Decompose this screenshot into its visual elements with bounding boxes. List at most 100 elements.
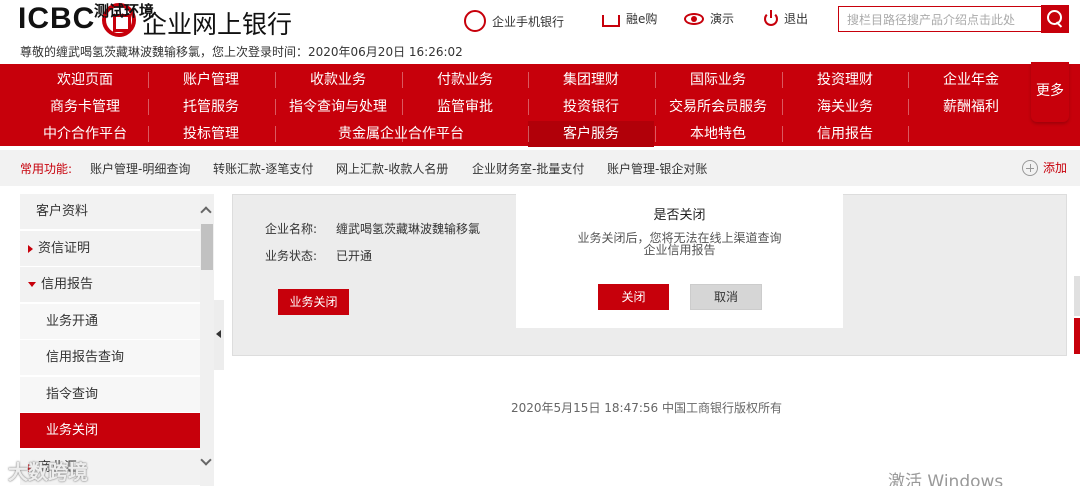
- footer-copyright: 2020年5月15日 18:47:56 中国工商银行版权所有: [511, 401, 782, 415]
- search-icon[interactable]: [1041, 5, 1069, 33]
- nav-item[interactable]: 海关业务: [782, 94, 908, 120]
- sidebar-item-label: 资信证明: [38, 241, 91, 256]
- status-label: 业务状态:: [265, 249, 318, 263]
- quick-item[interactable]: 企业财务室-批量支付: [472, 160, 584, 177]
- quick-functions-bar: 常用功能: 账户管理-明细查询 转账汇款-逐笔支付 网上汇款-收款人名册 企业财…: [0, 150, 1080, 186]
- nav-item[interactable]: 投资银行: [528, 94, 654, 120]
- nav-item[interactable]: 客户服务: [528, 121, 654, 147]
- nav-divider: [402, 72, 403, 88]
- add-quick-function-button[interactable]: 添加: [1022, 159, 1067, 176]
- nav-divider: [402, 126, 403, 142]
- confirm-close-button[interactable]: 关闭: [598, 284, 669, 310]
- right-side-tab-active[interactable]: [1074, 318, 1080, 354]
- chevron-up-icon[interactable]: [200, 206, 212, 218]
- search-input[interactable]: 搜栏目路径搜产品介绍点击此处: [838, 6, 1042, 32]
- mobile-bank-icon: [464, 10, 486, 32]
- nav-divider: [655, 99, 656, 115]
- nav-divider: [782, 72, 783, 88]
- nav-item[interactable]: 账户管理: [148, 67, 274, 93]
- plus-circle-icon: [1022, 159, 1038, 176]
- chevron-down-icon[interactable]: [200, 454, 212, 466]
- icbc-logo[interactable]: ICBC: [18, 2, 95, 36]
- nav-item[interactable]: 信用报告: [782, 121, 908, 147]
- watermark-overlay: 大数跨境: [8, 460, 88, 484]
- nav-more-button[interactable]: 更多: [1031, 62, 1069, 122]
- sidebar: 客户资料 资信证明 信用报告 业务开通 信用报告查询 指令查询 业务关闭 商业汇: [20, 194, 200, 486]
- sidebar-item-report-query[interactable]: 信用报告查询: [20, 340, 200, 376]
- cart-icon: [602, 14, 620, 27]
- quick-item[interactable]: 转账汇款-逐笔支付: [213, 160, 313, 177]
- nav-item[interactable]: 监管审批: [402, 94, 528, 120]
- nav-item[interactable]: 企业年金: [908, 67, 1034, 93]
- mobile-bank-label: 企业手机银行: [492, 14, 565, 29]
- close-service-button[interactable]: 业务关闭: [278, 289, 349, 315]
- scrollbar-thumb[interactable]: [201, 224, 213, 270]
- quick-item[interactable]: 网上汇款-收款人名册: [336, 160, 448, 177]
- eye-icon: [684, 12, 704, 25]
- site-title: 企业网上银行: [142, 10, 293, 39]
- sidebar-item-credit-report[interactable]: 信用报告: [20, 267, 200, 303]
- main-nav: 欢迎页面 账户管理 收款业务 付款业务 集团理财 国际业务 投资理财 企业年金商务卡管理 托管服…: [0, 64, 1080, 147]
- nav-divider: [275, 99, 276, 115]
- nav-item[interactable]: 收款业务: [275, 67, 401, 93]
- dialog-title: 是否关闭: [653, 208, 706, 223]
- nav-item[interactable]: 投标管理: [148, 121, 274, 147]
- sidebar-item-label: 信用报告: [41, 277, 94, 292]
- nav-divider: [275, 72, 276, 88]
- nav-item[interactable]: 集团理财: [528, 67, 654, 93]
- add-label: 添加: [1043, 161, 1068, 175]
- sidebar-item-customer-info[interactable]: 客户资料: [20, 194, 200, 230]
- nav-divider: [528, 72, 529, 88]
- quick-functions-label: 常用功能:: [20, 162, 73, 176]
- nav-item[interactable]: 交易所会员服务: [655, 94, 781, 120]
- company-name-value: 缠武喝氢茨藏琳波魏输移氯: [336, 222, 481, 236]
- nav-item[interactable]: 贵金属企业合作平台: [275, 121, 527, 147]
- nav-divider: [655, 126, 656, 142]
- nav-divider: [655, 72, 656, 88]
- mobile-bank-link[interactable]: 企业手机银行: [464, 10, 564, 32]
- sidebar-item-close-service[interactable]: 业务关闭: [20, 413, 200, 449]
- nav-divider: [908, 72, 909, 88]
- rongegou-link[interactable]: 融e购: [602, 10, 657, 27]
- header: ICBC 测试环境 企业网上银行 尊敬的缠武喝氢茨藏琳波魏输移氯，您上次登录时间…: [0, 0, 1080, 62]
- nav-divider: [528, 99, 529, 115]
- sidebar-item-label: 业务开通: [46, 314, 99, 329]
- demo-label: 演示: [710, 12, 735, 26]
- confirm-close-dialog: 是否关闭 业务关闭后，您将无法在线上渠道查询企业信用报告 关闭 取消: [516, 194, 843, 328]
- nav-divider: [148, 99, 149, 115]
- sidebar-item-credit-proof[interactable]: 资信证明: [20, 231, 200, 267]
- nav-item[interactable]: 投资理财: [782, 67, 908, 93]
- nav-item[interactable]: 薪酬福利: [908, 94, 1034, 120]
- nav-divider: [908, 126, 909, 142]
- nav-divider: [275, 126, 276, 142]
- nav-divider: [402, 99, 403, 115]
- quick-item[interactable]: 账户管理-银企对账: [607, 160, 707, 177]
- nav-item[interactable]: 中介合作平台: [22, 121, 148, 147]
- nav-divider: [148, 126, 149, 142]
- nav-item[interactable]: 欢迎页面: [22, 67, 148, 93]
- nav-item[interactable]: 国际业务: [655, 67, 781, 93]
- quick-item[interactable]: 账户管理-明细查询: [90, 160, 190, 177]
- sidebar-item-label: 业务关闭: [46, 423, 99, 438]
- sidebar-item-open-service[interactable]: 业务开通: [20, 304, 200, 340]
- nav-divider: [908, 99, 909, 115]
- company-name-label: 企业名称:: [265, 222, 318, 236]
- sidebar-item-label: 客户资料: [36, 204, 89, 219]
- nav-item[interactable]: 指令查询与处理: [275, 94, 401, 120]
- nav-item[interactable]: 本地特色: [655, 121, 781, 147]
- nav-item[interactable]: 托管服务: [148, 94, 274, 120]
- status-value: 已开通: [336, 249, 373, 263]
- logout-link[interactable]: 退出: [764, 9, 808, 27]
- nav-divider: [782, 126, 783, 142]
- power-icon: [764, 9, 778, 26]
- sidebar-collapse-toggle[interactable]: [214, 300, 224, 370]
- right-side-tab[interactable]: [1074, 276, 1080, 316]
- sidebar-scrollbar[interactable]: [200, 194, 214, 486]
- demo-link[interactable]: 演示: [684, 10, 734, 27]
- caret-right-icon: [28, 244, 33, 253]
- nav-item[interactable]: 商务卡管理: [22, 94, 148, 120]
- dialog-message: 业务关闭后，您将无法在线上渠道查询企业信用报告: [577, 231, 782, 257]
- nav-item[interactable]: 付款业务: [402, 67, 528, 93]
- sidebar-item-instruction-query[interactable]: 指令查询: [20, 377, 200, 413]
- cancel-button[interactable]: 取消: [690, 284, 762, 310]
